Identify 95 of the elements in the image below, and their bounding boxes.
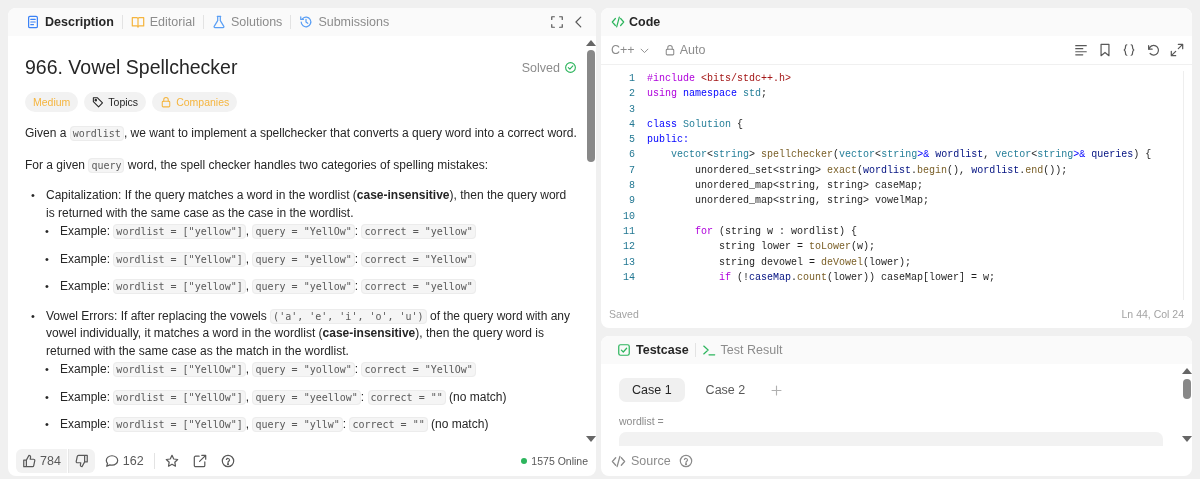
bullet-marker: • [45, 224, 50, 239]
comments-button[interactable]: 162 [100, 449, 148, 473]
code-icon [611, 15, 625, 29]
line-number: 11 [622, 224, 635, 239]
mode-label: Auto [679, 43, 706, 57]
share-icon [192, 454, 207, 468]
paragraph: Given a wordlist , we want to implement a spellchecker that converts a query word into a correct word. [25, 125, 577, 143]
line-number: 4 [628, 117, 635, 132]
save-status: Saved [609, 308, 639, 320]
line-number: 2 [628, 87, 635, 102]
check-circle-icon [564, 61, 577, 74]
tab[interactable]: Description [18, 11, 122, 33]
code-line: class Solution { [646, 117, 744, 132]
bullet-marker: • [31, 308, 36, 324]
line-number: 6 [628, 148, 635, 163]
history-icon [299, 15, 314, 29]
case-tab[interactable]: Case 2 [692, 378, 759, 402]
bullet-marker: • [45, 251, 50, 267]
difficulty-badge: Medium [25, 92, 79, 112]
code-line: unordered_map<string, string> vowelMap; [694, 194, 930, 209]
line-number: 8 [628, 179, 635, 194]
line-number: 7 [628, 163, 635, 178]
topics-button[interactable]: Topics [84, 92, 147, 112]
help-icon [678, 454, 693, 468]
bookmark-icon [1098, 43, 1112, 57]
bullet-marker: • [31, 188, 36, 203]
code-line: if (!caseMap.count(lower)) caseMap[lower] = w; [718, 270, 996, 285]
bullet-text: Capitalization: If the query matches a word in the wordlist (case-insensitive), then the query word is returned with the same case as the case in the wordlist. [46, 187, 568, 222]
example-text: Example: wordlist = ["YellOw"] , query = "yllw" : correct = "" (no match) [60, 416, 490, 434]
cursor-position: Ln 44, Col 24 [1121, 308, 1184, 320]
thumbs-up-icon [22, 454, 36, 468]
line-number: 13 [622, 255, 635, 270]
star-icon [164, 454, 179, 468]
line-number: 9 [628, 194, 635, 209]
checkbox-icon [617, 343, 631, 357]
example-text: Example: wordlist = ["YellOw"] , query = "yollow" : correct = "YellOw" [60, 361, 577, 379]
braces-icon [1122, 43, 1136, 57]
line-number: 12 [622, 240, 635, 255]
book-icon [130, 15, 145, 29]
example-text: Example: wordlist = ["YellOw"] , query = "yeellow" : correct = "" (no match) [60, 388, 508, 406]
plus-icon [770, 383, 784, 397]
bullet-marker: • [45, 279, 50, 294]
bullet-marker: • [45, 362, 50, 377]
flask-icon [211, 15, 226, 29]
expand-icon [1170, 43, 1184, 57]
help-icon [220, 454, 235, 468]
line-number: 10 [622, 209, 635, 224]
paragraph: For a given query word, the spell checker handles two categories of spelling mistakes: [25, 156, 489, 174]
bullet-marker: • [45, 389, 50, 405]
lock-icon [663, 44, 676, 56]
code-line: string devowel = deVowel(lower); [718, 255, 912, 270]
tab[interactable]: Test Result [695, 339, 789, 361]
line-number: 3 [628, 102, 635, 117]
solved-status: Solved [521, 60, 577, 75]
comment-icon [104, 454, 119, 468]
lock-icon [160, 96, 173, 108]
example-text: Example: wordlist = ["yellow"] , query = "YellOw" : correct = "yellow" [60, 223, 577, 241]
tag-icon [92, 96, 105, 108]
tab[interactable]: Editorial [122, 11, 203, 33]
code-line: unordered_set<string> exact(wordlist.begin(), wordlist.end()); [694, 163, 1068, 178]
code-icon [611, 453, 626, 469]
example-text: Example: wordlist = ["yellow"] , query = "yellow" : correct = "yellow" [60, 278, 577, 296]
code-line: #include <bits/stdc++.h> [646, 72, 792, 86]
line-number: 5 [628, 133, 635, 148]
terminal-icon [701, 343, 716, 357]
help-button[interactable] [678, 454, 693, 468]
code-line: unordered_map<string, string> caseMap; [694, 179, 924, 194]
code-line: for (string w : wordlist) { [694, 224, 858, 239]
fullscreen-icon [550, 15, 564, 29]
tab[interactable]: Testcase [611, 339, 695, 361]
bullet-text: Vowel Errors: If after replacing the vowels ('a', 'e', 'i', 'o', 'u') of the query word with any vowel individually, it matches a word in the wordlist (case-insensitive), then the query word is returned with the same case as the match in the wordlist. [46, 307, 572, 360]
dislike-button[interactable] [67, 449, 95, 473]
document-icon [26, 15, 40, 29]
tab[interactable]: Submissions [291, 11, 398, 33]
tab[interactable]: Solutions [203, 11, 291, 33]
example-text: Example: wordlist = ["Yellow"] , query = "yellow" : correct = "Yellow" [60, 250, 577, 268]
online-dot [521, 458, 528, 464]
source-button[interactable]: Source [611, 453, 671, 469]
code-line: string lower = toLower(w); [718, 240, 876, 255]
code-line: public: [646, 133, 689, 148]
problem-title: 966. Vowel Spellchecker [25, 56, 238, 79]
undo-icon [1146, 43, 1160, 57]
code-line: using namespace std; [646, 87, 768, 102]
bullet-marker: • [45, 417, 50, 432]
case-tab[interactable]: Case 1 [619, 378, 685, 402]
line-number: 1 [628, 72, 635, 86]
panel-title: Code [611, 15, 661, 29]
code-line: vector<string> spellchecker(vector<string>& wordlist, vector<string>& queries) { [670, 148, 1152, 163]
field-label: wordlist = [619, 415, 665, 427]
thumbs-down-icon [74, 454, 89, 468]
online-count: 1575 Online [531, 455, 588, 467]
format-lines-icon [1074, 43, 1088, 57]
language-select[interactable]: C++ [609, 43, 652, 57]
line-number: 14 [622, 270, 635, 285]
like-button[interactable]: 784 [16, 449, 67, 473]
